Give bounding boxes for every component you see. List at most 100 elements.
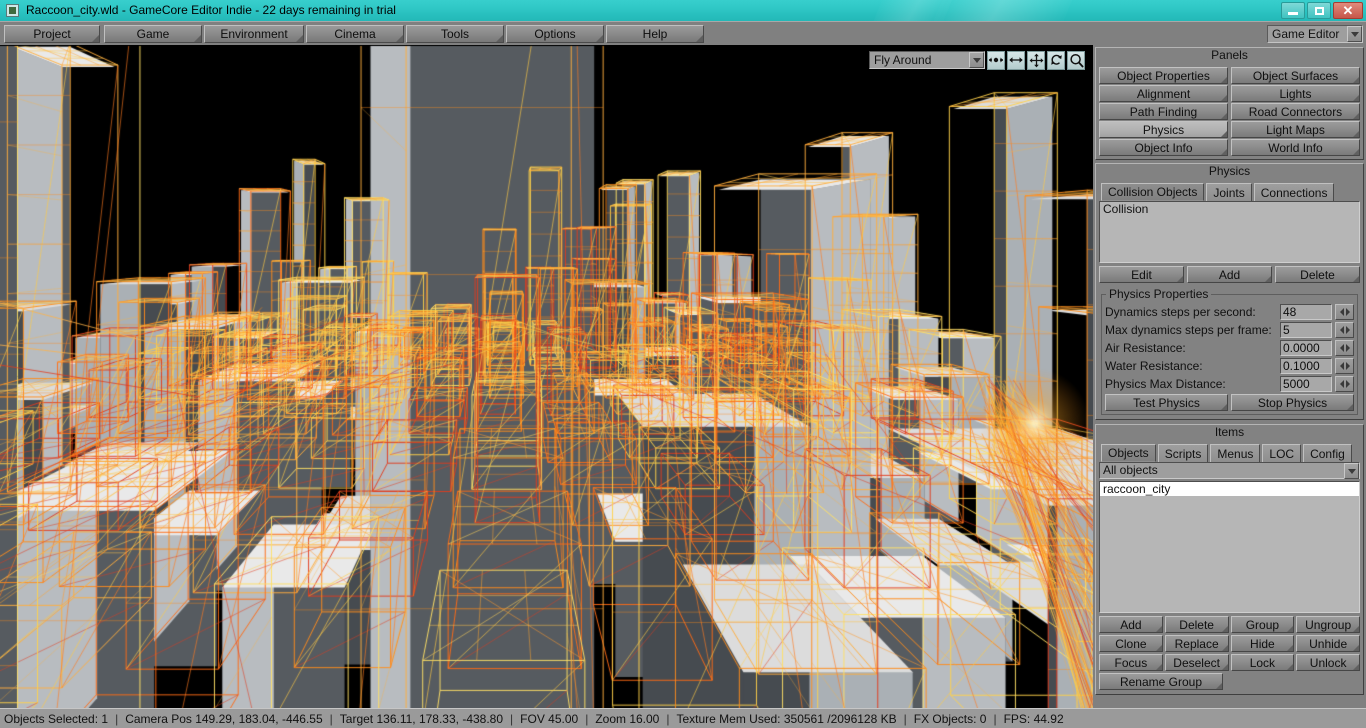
button-label: Add [1218, 267, 1241, 282]
status-separator: | [329, 711, 333, 726]
menu-label: Options [534, 27, 576, 41]
object-hide-button[interactable]: Hide [1230, 635, 1295, 652]
object-unhide-button[interactable]: Unhide [1296, 635, 1360, 652]
max-dynamics-steps-per-frame-stepper[interactable] [1335, 321, 1354, 338]
water-resistance-stepper[interactable] [1335, 357, 1354, 374]
property-label: Dynamics steps per second: [1105, 304, 1256, 319]
object-unlock-button[interactable]: Unlock [1296, 654, 1360, 671]
chevron-down-icon[interactable] [1347, 26, 1362, 42]
test-physics-button[interactable]: Test Physics [1105, 394, 1228, 411]
menu-tools[interactable]: Tools [406, 25, 504, 43]
tab-loc[interactable]: LOC [1262, 444, 1302, 462]
panel-button-physics[interactable]: Physics [1099, 121, 1228, 138]
collision-delete-button[interactable]: Delete [1275, 266, 1360, 283]
object-clone-button[interactable]: Clone [1099, 635, 1163, 652]
tab-collision-objects[interactable]: Collision Objects [1101, 183, 1205, 201]
tab-label: Joints [1213, 185, 1245, 200]
menu-bar: Project Game Environment Cinema Tools Op… [0, 21, 1366, 45]
menu-project[interactable]: Project [4, 25, 100, 43]
collision-edit-button[interactable]: Edit [1099, 266, 1184, 283]
object-group-button[interactable]: Group [1230, 616, 1295, 633]
close-button[interactable]: ✕ [1333, 2, 1363, 19]
object-delete-button[interactable]: Delete [1164, 616, 1229, 633]
status-target: Target 136.11, 178.33, -438.80 [339, 711, 504, 726]
property-row-physics-max-distance: Physics Max Distance: 5000 [1105, 375, 1354, 392]
panel-button-alignment[interactable]: Alignment [1099, 85, 1228, 102]
panel-button-path-finding[interactable]: Path Finding [1099, 103, 1228, 120]
menu-environment[interactable]: Environment [204, 25, 304, 43]
physics-max-distance-stepper[interactable] [1335, 375, 1354, 392]
panel-button-object-surfaces[interactable]: Object Surfaces [1231, 67, 1360, 84]
chevron-down-icon[interactable] [1344, 463, 1359, 479]
zoom-icon[interactable] [1067, 50, 1085, 70]
property-row-max-dynamics-steps-per-frame: Max dynamics steps per frame: 5 [1105, 321, 1354, 338]
minimize-button[interactable] [1281, 2, 1305, 19]
tab-config[interactable]: Config [1303, 444, 1352, 462]
button-label: Path Finding [1129, 104, 1198, 119]
collision-add-button[interactable]: Add [1187, 266, 1272, 283]
object-filter-combo[interactable]: All objects [1099, 462, 1360, 479]
menu-cinema[interactable]: Cinema [306, 25, 404, 43]
object-lock-button[interactable]: Lock [1230, 654, 1295, 671]
rotate-icon[interactable] [1047, 50, 1065, 70]
menu-game[interactable]: Game [104, 25, 202, 43]
stop-physics-button[interactable]: Stop Physics [1231, 394, 1354, 411]
dynamics-steps-per-second-stepper[interactable] [1335, 303, 1354, 320]
menu-options[interactable]: Options [506, 25, 604, 43]
objects-list[interactable]: raccoon_city [1099, 481, 1360, 613]
physics-max-distance-input[interactable]: 5000 [1280, 375, 1332, 392]
object-focus-button[interactable]: Focus [1099, 654, 1163, 671]
button-label: Alignment [1136, 86, 1191, 101]
button-label: Physics [1142, 122, 1185, 137]
panel-button-object-properties[interactable]: Object Properties [1099, 67, 1228, 84]
rename-group-button[interactable]: Rename Group [1099, 673, 1223, 690]
button-label: Ungroup [1305, 617, 1352, 632]
tab-menus[interactable]: Menus [1210, 444, 1261, 462]
status-separator: | [666, 711, 670, 726]
scale-horizontal-icon[interactable] [1007, 50, 1025, 70]
select-points-icon[interactable] [987, 50, 1005, 70]
viewport-canvas[interactable] [0, 45, 1093, 708]
navigation-mode-selector[interactable]: Fly Around [869, 51, 985, 69]
panel-button-lights[interactable]: Lights [1231, 85, 1360, 102]
air-resistance-input[interactable]: 0.0000 [1280, 339, 1332, 356]
dynamics-steps-per-second-input[interactable]: 48 [1280, 303, 1332, 320]
tab-scripts[interactable]: Scripts [1157, 444, 1209, 462]
list-item[interactable]: raccoon_city [1100, 482, 1359, 496]
panel-button-object-info[interactable]: Object Info [1099, 139, 1228, 156]
panels-group-title: Panels [1096, 48, 1363, 64]
navigation-mode-value: Fly Around [874, 53, 932, 67]
water-resistance-input[interactable]: 0.1000 [1280, 357, 1332, 374]
max-dynamics-steps-per-frame-input[interactable]: 5 [1280, 321, 1332, 338]
tab-objects[interactable]: Objects [1101, 444, 1156, 462]
editor-mode-selector[interactable]: Game Editor [1267, 25, 1363, 43]
tab-joints[interactable]: Joints [1206, 183, 1252, 201]
button-label: Clone [1115, 636, 1147, 651]
chevron-down-icon[interactable] [969, 52, 984, 68]
physics-group-title: Physics [1096, 164, 1363, 180]
property-label: Max dynamics steps per frame: [1105, 322, 1272, 337]
move-icon[interactable] [1027, 50, 1045, 70]
object-ungroup-button[interactable]: Ungroup [1296, 616, 1360, 633]
collision-objects-list[interactable]: Collision [1099, 201, 1360, 263]
maximize-button[interactable] [1307, 2, 1331, 19]
menu-help[interactable]: Help [606, 25, 704, 43]
object-add-button[interactable]: Add [1099, 616, 1163, 633]
viewport-3d[interactable]: Fly Around [0, 45, 1093, 708]
button-label: Group [1245, 617, 1280, 632]
button-label: Delete [1300, 267, 1335, 282]
status-fx-objects: FX Objects: 0 [913, 711, 987, 726]
air-resistance-stepper[interactable] [1335, 339, 1354, 356]
list-item[interactable]: Collision [1100, 202, 1359, 216]
tab-connections[interactable]: Connections [1253, 183, 1335, 201]
items-group-title: Items [1096, 425, 1363, 441]
menu-label: Help [642, 27, 668, 41]
panel-button-light-maps[interactable]: Light Maps [1231, 121, 1360, 138]
object-replace-button[interactable]: Replace [1164, 635, 1229, 652]
panel-button-road-connectors[interactable]: Road Connectors [1231, 103, 1360, 120]
panel-button-world-info[interactable]: World Info [1231, 139, 1360, 156]
status-separator: | [585, 711, 589, 726]
menu-label: Project [33, 27, 71, 41]
object-deselect-button[interactable]: Deselect [1164, 654, 1229, 671]
button-label: Hide [1250, 636, 1275, 651]
